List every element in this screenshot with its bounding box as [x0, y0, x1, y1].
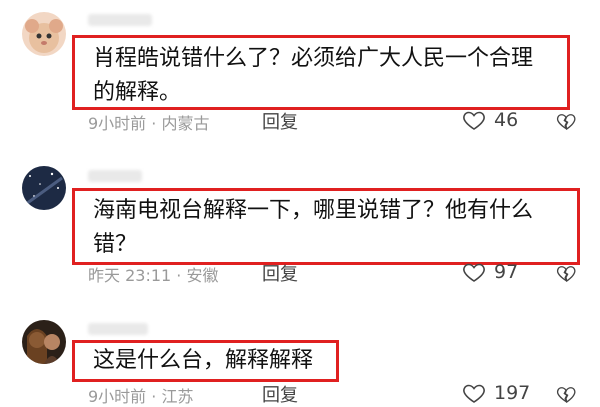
avatar[interactable] — [22, 12, 66, 56]
comment-text: 这是什么台，解释解释 — [93, 348, 314, 373]
like-button[interactable]: 197 — [462, 381, 530, 405]
dislike-button[interactable] — [556, 263, 576, 283]
heart-outline-icon — [462, 260, 486, 284]
highlight-box: 肖程皓说错什么了？必须给广大人民一个合理 的解释。 — [72, 35, 570, 110]
dislike-button[interactable] — [556, 111, 576, 131]
like-count: 197 — [494, 382, 531, 404]
highlight-box: 海南电视台解释一下，哪里说错了？他有什么 错？ — [72, 188, 580, 265]
username-blurred[interactable] — [88, 170, 142, 182]
comment-meta: 9小时前 · 内蒙古 — [88, 114, 210, 133]
heart-outline-icon — [462, 381, 486, 405]
avatar[interactable] — [22, 320, 66, 364]
highlight-box: 这是什么台，解释解释 — [72, 340, 339, 382]
comment-item: 海南电视台解释一下，哪里说错了？他有什么 错？ 昨天 23:11 · 安徽 回复… — [0, 160, 600, 290]
avatar[interactable] — [22, 166, 66, 210]
broken-heart-icon — [556, 384, 576, 404]
username-blurred[interactable] — [88, 14, 152, 26]
broken-heart-icon — [556, 263, 576, 283]
like-button[interactable]: 97 — [462, 260, 518, 284]
dislike-button[interactable] — [556, 384, 576, 404]
reply-button[interactable]: 回复 — [262, 260, 298, 286]
comment-meta: 9小时前 · 江苏 — [88, 387, 194, 406]
broken-heart-icon — [556, 111, 576, 131]
reply-button[interactable]: 回复 — [262, 381, 298, 407]
like-button[interactable]: 46 — [462, 108, 518, 132]
comment-item: 肖程皓说错什么了？必须给广大人民一个合理 的解释。 9小时前 · 内蒙古 回复 … — [0, 0, 600, 140]
comment-meta: 昨天 23:11 · 安徽 — [88, 266, 219, 285]
comment-text: 肖程皓说错什么了？必须给广大人民一个合理 的解释。 — [93, 46, 534, 105]
like-count: 46 — [494, 109, 519, 131]
heart-outline-icon — [462, 108, 486, 132]
like-count: 97 — [494, 261, 519, 283]
reply-button[interactable]: 回复 — [262, 108, 298, 134]
comment-item: 这是什么台，解释解释 9小时前 · 江苏 回复 197 — [0, 315, 600, 406]
comment-text: 海南电视台解释一下，哪里说错了？他有什么 错？ — [93, 198, 534, 257]
username-blurred[interactable] — [88, 323, 148, 335]
